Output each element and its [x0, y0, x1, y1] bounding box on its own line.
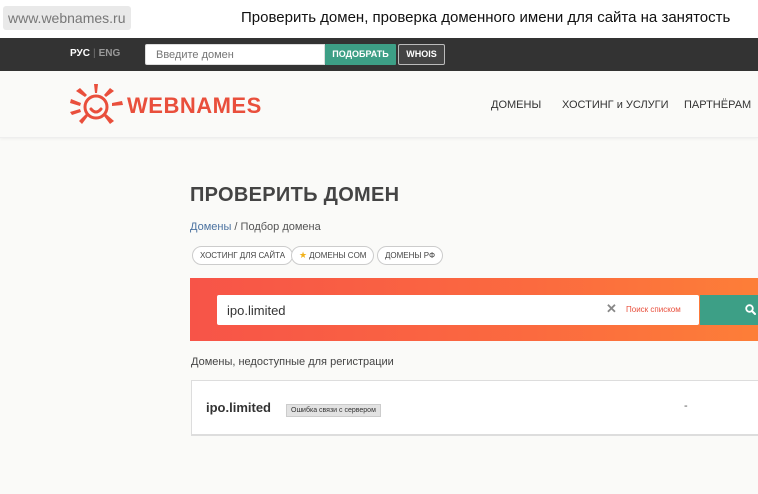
domain-search-field[interactable]: ipo.limited ✕ Поиск списком: [217, 295, 699, 325]
chip-hosting[interactable]: ХОСТИНГ ДЛЯ САЙТА: [192, 246, 294, 265]
nav-partners[interactable]: ПАРТНЁРАМ: [684, 99, 751, 111]
top-bar: РУС|ENG ПОДОБРАТЬ WHOIS: [0, 38, 758, 71]
logo[interactable]: WEBNAMES: [70, 84, 275, 130]
error-badge: Ошибка связи с сервером: [286, 404, 381, 417]
chip-domains-rf[interactable]: ДОМЕНЫ РФ: [377, 246, 444, 265]
breadcrumb: Домены / Подбор домена: [190, 221, 321, 233]
star-icon: ★: [299, 250, 308, 260]
unavailable-domains-label: Домены, недоступные для регистрации: [191, 356, 394, 368]
chip-com-label: ДОМЕНЫ COM: [309, 251, 367, 260]
chip-rf-label: ДОМЕНЫ РФ: [385, 251, 436, 260]
breadcrumb-domains-link[interactable]: Домены: [190, 221, 231, 233]
nav-hosting[interactable]: ХОСТИНГ и УСЛУГИ: [562, 99, 669, 111]
site-header: WEBNAMES ДОМЕНЫ ХОСТИНГ и УСЛУГИ ПАРТНЁР…: [0, 71, 758, 138]
lang-separator: |: [92, 48, 96, 59]
result-domain: ipo.limited: [206, 400, 271, 415]
close-icon[interactable]: ✕: [606, 301, 617, 317]
language-switcher: РУС | ENG: [70, 48, 120, 59]
logo-text: WEBNAMES: [127, 93, 262, 118]
search-icon: [745, 304, 756, 315]
result-status: -: [684, 400, 688, 412]
breadcrumb-current: Подбор домена: [240, 221, 321, 233]
result-row: ipo.limited Ошибка связи с сервером -: [191, 380, 758, 436]
search-band: ipo.limited ✕ Поиск списком: [190, 278, 758, 341]
lang-ru[interactable]: РУС: [70, 48, 90, 59]
lang-en[interactable]: ENG: [99, 48, 121, 59]
chip-hosting-label: ХОСТИНГ ДЛЯ САЙТА: [200, 251, 286, 260]
chip-domains-com[interactable]: ★ ДОМЕНЫ COM: [291, 246, 375, 265]
browser-page-title: Проверить домен, проверка доменного имен…: [241, 9, 731, 26]
nav-domains[interactable]: ДОМЕНЫ: [491, 99, 541, 111]
page-title: ПРОВЕРИТЬ ДОМЕН: [190, 184, 400, 206]
pick-domain-button[interactable]: ПОДОБРАТЬ: [325, 44, 396, 65]
search-button[interactable]: [700, 295, 758, 325]
sun-logo-icon: [70, 84, 123, 124]
search-value: ipo.limited: [227, 303, 286, 318]
domain-input[interactable]: [145, 44, 325, 65]
whois-button[interactable]: WHOIS: [398, 44, 445, 65]
browser-titlebar: www.webnames.ru Проверить домен, проверк…: [0, 0, 758, 38]
breadcrumb-separator: /: [231, 221, 241, 233]
browser-url[interactable]: www.webnames.ru: [3, 6, 131, 30]
list-search-link[interactable]: Поиск списком: [626, 305, 681, 314]
